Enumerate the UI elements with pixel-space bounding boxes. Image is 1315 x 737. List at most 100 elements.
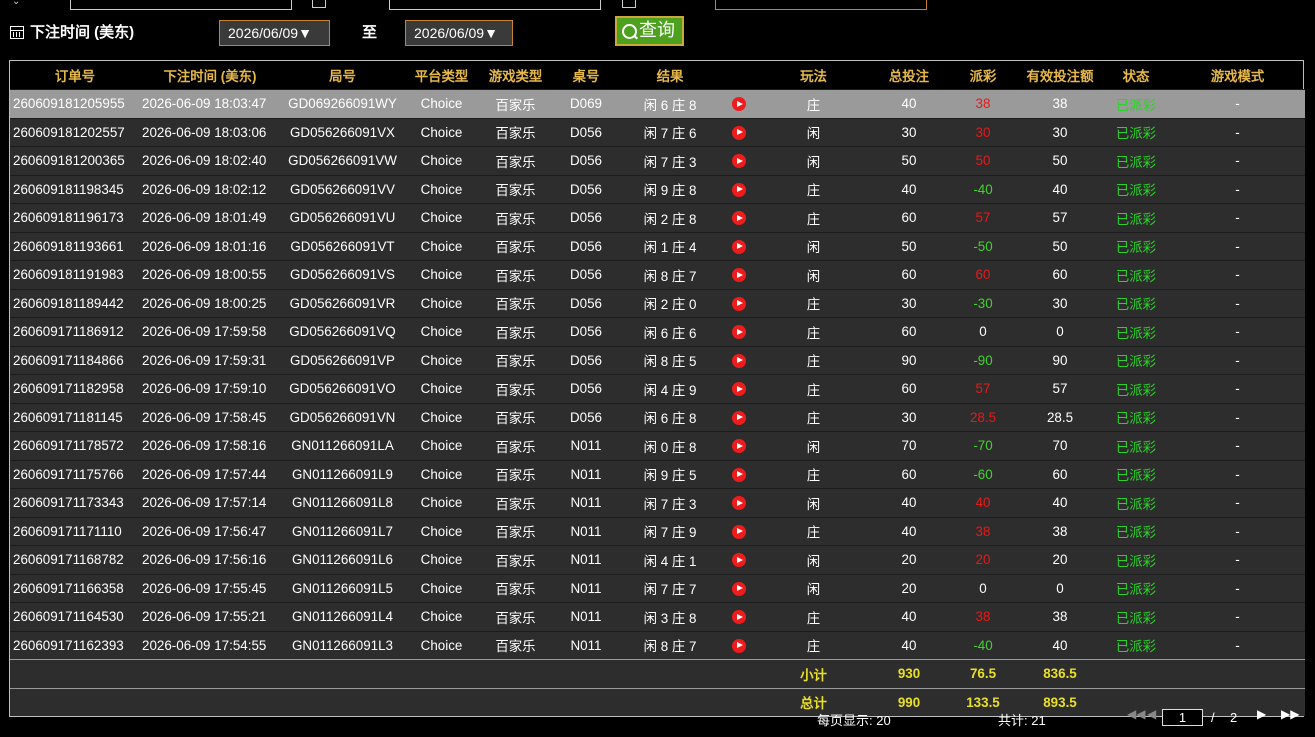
play-video-icon[interactable] bbox=[732, 182, 746, 197]
play-video-icon[interactable] bbox=[732, 410, 746, 425]
table-row[interactable]: 260609181191983 2026-06-09 18:00:55 GD0562… bbox=[10, 260, 1305, 290]
valid-bet-cell: 57 bbox=[1052, 210, 1068, 226]
table-row[interactable]: 260609171168782 2026-06-09 17:56:16 GN0112… bbox=[10, 545, 1305, 574]
bet-time-cell: 2026-06-09 18:00:25 bbox=[142, 295, 267, 311]
play-video-icon[interactable] bbox=[732, 467, 746, 482]
play-video-icon[interactable] bbox=[732, 211, 746, 226]
play-video-icon[interactable] bbox=[732, 268, 746, 283]
replay-cell bbox=[721, 289, 757, 318]
total-bet-cell: 30 bbox=[901, 295, 917, 311]
table-row[interactable]: 260609181196173 2026-06-09 18:01:49 GD0562… bbox=[10, 203, 1305, 232]
status-cell: 已派彩 bbox=[1115, 126, 1157, 142]
table-row[interactable]: 260609171186912 2026-06-09 17:59:58 GD0562… bbox=[10, 317, 1305, 346]
table-row[interactable]: 260609181193661 2026-06-09 18:01:16 GD0562… bbox=[10, 232, 1305, 261]
table-row[interactable]: 260609171173343 2026-06-09 17:57:14 GN0112… bbox=[10, 488, 1305, 517]
play-video-icon[interactable] bbox=[732, 97, 746, 112]
prev-page-icon[interactable]: ◀ bbox=[1147, 707, 1156, 721]
bet-time-cell: 2026-06-09 17:57:14 bbox=[142, 495, 267, 511]
table-row[interactable]: 260609171162393 2026-06-09 17:54:55 GN0112… bbox=[10, 631, 1305, 660]
replay-cell bbox=[721, 261, 757, 290]
result-cell: 闲 7 庄 7 bbox=[643, 582, 697, 598]
table-row[interactable]: 260609171184866 2026-06-09 17:59:31 GD0562… bbox=[10, 346, 1305, 375]
table-row[interactable]: 260609181189442 2026-06-09 18:00:25 GD0562… bbox=[10, 289, 1305, 318]
subtotal-row: 小计 930 76.5 836.5 bbox=[10, 659, 1305, 688]
first-page-icon[interactable]: ◀◀ bbox=[1127, 707, 1145, 721]
order-cell: 260609171166358 bbox=[13, 580, 124, 596]
play-video-icon[interactable] bbox=[732, 581, 746, 596]
play-video-icon[interactable] bbox=[732, 496, 746, 511]
table-row[interactable]: 260609171171110 2026-06-09 17:56:47 GN0112… bbox=[10, 517, 1305, 546]
date-to-select[interactable]: 2026/06/09▼ bbox=[405, 20, 513, 46]
game-type-cell: 百家乐 bbox=[495, 354, 536, 370]
filter-bar: 下注时间 (美东) 2026/06/09▼ 至 2026/06/09▼ 查询 bbox=[0, 14, 1315, 50]
play-video-icon[interactable] bbox=[732, 239, 746, 254]
table-row[interactable]: 260609181200365 2026-06-09 18:02:40 GD0562… bbox=[10, 146, 1305, 176]
replay-cell bbox=[721, 147, 757, 176]
top-select[interactable] bbox=[715, 0, 927, 10]
bet-time-cell: 2026-06-09 17:59:58 bbox=[142, 324, 267, 340]
game-mode-cell: - bbox=[1235, 210, 1240, 226]
play-video-icon[interactable] bbox=[732, 382, 746, 397]
play-video-icon[interactable] bbox=[732, 610, 746, 625]
total-pages-label: 2 bbox=[1230, 710, 1238, 725]
round-cell: GN011266091L3 bbox=[291, 637, 393, 653]
replay-cell bbox=[721, 603, 757, 632]
table-row[interactable]: 260609171175766 2026-06-09 17:57:44 GN0112… bbox=[10, 460, 1305, 489]
game-mode-cell: - bbox=[1235, 580, 1240, 596]
play-video-icon[interactable] bbox=[732, 638, 746, 653]
checkbox-icon[interactable] bbox=[312, 0, 326, 8]
play-video-icon[interactable] bbox=[732, 439, 746, 454]
game-type-cell: 百家乐 bbox=[495, 439, 536, 455]
table-row[interactable]: 260609171178572 2026-06-09 17:58:16 GN0112… bbox=[10, 431, 1305, 460]
table-row[interactable]: 260609181198345 2026-06-09 18:02:12 GD0562… bbox=[10, 175, 1305, 204]
total-bet-cell: 30 bbox=[901, 409, 917, 425]
chevron-down-icon[interactable]: ⌄ bbox=[12, 0, 20, 7]
table-row[interactable]: 260609171181145 2026-06-09 17:58:45 GD0562… bbox=[10, 403, 1305, 432]
play-video-icon[interactable] bbox=[732, 296, 746, 311]
play-video-icon[interactable] bbox=[732, 353, 746, 368]
round-cell: GN011266091L4 bbox=[291, 609, 393, 625]
column-header: 派彩 bbox=[969, 69, 997, 84]
total-bet-cell: 40 bbox=[901, 96, 917, 112]
order-cell: 260609171181145 bbox=[13, 409, 123, 425]
play-video-icon[interactable] bbox=[732, 125, 746, 140]
total-bet-cell: 20 bbox=[901, 552, 917, 568]
table-row[interactable]: 260609171182958 2026-06-09 17:59:10 GD0562… bbox=[10, 374, 1305, 403]
order-cell: 260609171184866 bbox=[13, 352, 124, 368]
platform-cell: Choice bbox=[420, 238, 463, 254]
play-video-icon[interactable] bbox=[732, 325, 746, 340]
checkbox-icon[interactable] bbox=[622, 0, 636, 8]
table-row[interactable]: 260609171166358 2026-06-09 17:55:45 GN0112… bbox=[10, 574, 1305, 603]
result-cell: 闲 4 庄 1 bbox=[643, 553, 697, 569]
search-button[interactable]: 查询 bbox=[615, 16, 684, 46]
play-video-icon[interactable] bbox=[732, 524, 746, 539]
table-row[interactable]: 260609171164530 2026-06-09 17:55:21 GN0112… bbox=[10, 602, 1305, 632]
table-number-cell: D056 bbox=[569, 124, 602, 140]
game-mode-cell: - bbox=[1235, 352, 1240, 368]
order-cell: 260609181205955 bbox=[13, 96, 125, 112]
round-cell: GD056266091VU bbox=[289, 210, 396, 226]
last-page-icon[interactable]: ▶▶ bbox=[1281, 707, 1299, 721]
table-row[interactable]: 260609181202557 2026-06-09 18:03:06 GD0562… bbox=[10, 118, 1305, 147]
bet-time-cell: 2026-06-09 18:02:40 bbox=[142, 153, 267, 169]
calendar-icon bbox=[10, 26, 24, 39]
top-input-2[interactable] bbox=[389, 0, 601, 10]
platform-cell: Choice bbox=[420, 438, 463, 454]
round-cell: GD056266091VX bbox=[290, 124, 395, 140]
result-cell: 闲 7 庄 6 bbox=[643, 126, 697, 142]
bet-time-cell: 2026-06-09 17:55:45 bbox=[142, 580, 267, 596]
table-row[interactable]: 260609181205955 2026-06-09 18:03:47 GD0692… bbox=[10, 89, 1305, 118]
play-video-icon[interactable] bbox=[732, 553, 746, 568]
result-cell: 闲 6 庄 6 bbox=[643, 325, 697, 341]
table-number-cell: N011 bbox=[570, 552, 602, 568]
payout-cell: 38 bbox=[975, 609, 991, 625]
play-video-icon[interactable] bbox=[732, 154, 746, 169]
date-from-select[interactable]: 2026/06/09▼ bbox=[219, 20, 330, 46]
top-input-1[interactable] bbox=[70, 0, 292, 10]
game-type-cell: 百家乐 bbox=[495, 154, 536, 170]
bet-type-cell: 庄 bbox=[806, 411, 821, 427]
subtotal-valid: 836.5 bbox=[1043, 666, 1077, 682]
next-page-icon[interactable]: ▶ bbox=[1257, 707, 1266, 721]
platform-cell: Choice bbox=[420, 466, 463, 482]
page-number-input[interactable] bbox=[1162, 709, 1203, 726]
